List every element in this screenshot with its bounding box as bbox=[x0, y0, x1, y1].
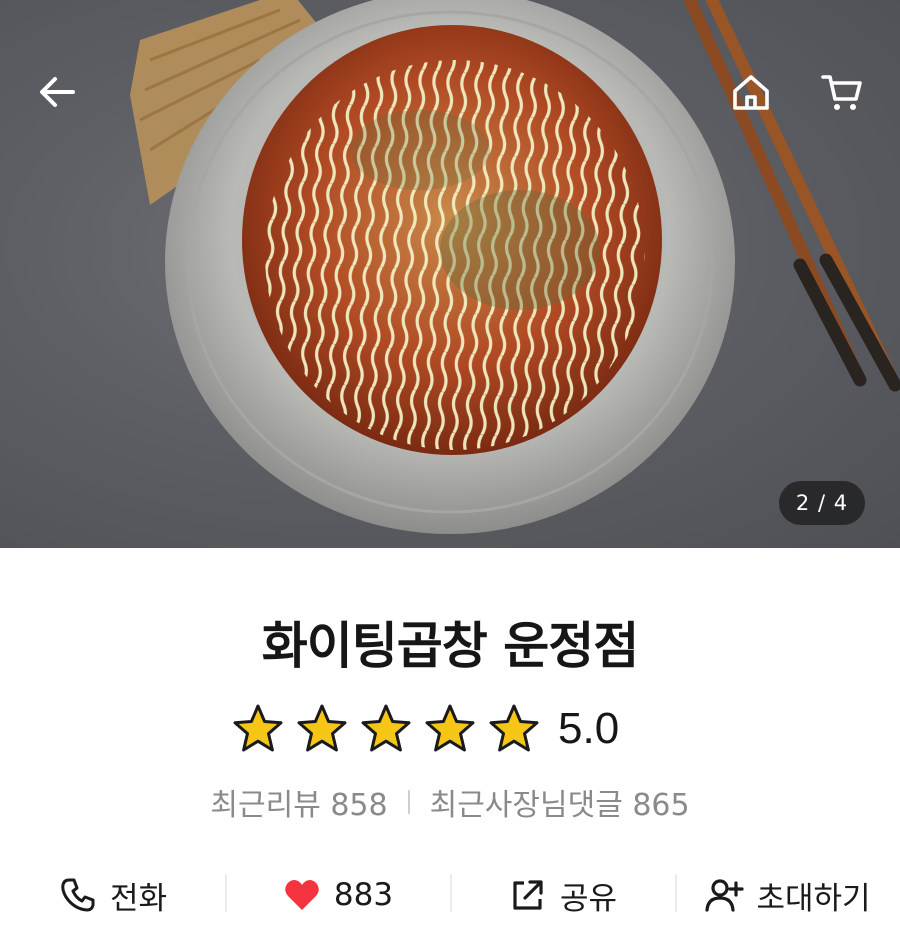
heart-icon bbox=[282, 875, 322, 915]
share-label: 공유 bbox=[559, 880, 618, 917]
invite-label: 초대하기 bbox=[756, 880, 871, 917]
rating-row: 5.0 bbox=[232, 698, 619, 760]
recent-reviews-link[interactable]: 최근리뷰 858 bbox=[210, 780, 387, 824]
store-name: 화이팅곱창 운정점 bbox=[261, 617, 639, 675]
call-label: 전화 bbox=[109, 880, 168, 917]
review-stats: 최근리뷰 858 최근사장님댓글 865 bbox=[0, 780, 900, 824]
like-button[interactable]: 883 bbox=[225, 862, 450, 928]
back-button[interactable] bbox=[25, 60, 89, 124]
phone-icon bbox=[58, 875, 98, 915]
action-bar: 전화 883 공유 초대하기 bbox=[0, 862, 900, 928]
call-button[interactable]: 전화 bbox=[0, 862, 225, 928]
arrow-left-icon bbox=[40, 77, 75, 107]
rating-value: 5.0 bbox=[558, 704, 620, 753]
star-icon bbox=[232, 703, 284, 755]
invite-button[interactable]: 초대하기 bbox=[675, 862, 900, 928]
home-icon bbox=[733, 75, 769, 110]
cart-icon bbox=[821, 75, 862, 110]
hero-image[interactable]: 2 / 4 bbox=[0, 0, 900, 548]
star-icon bbox=[360, 703, 412, 755]
star-icon bbox=[488, 703, 540, 755]
invite-user-icon bbox=[704, 875, 745, 915]
share-button[interactable]: 공유 bbox=[450, 862, 675, 928]
home-button[interactable] bbox=[719, 60, 783, 124]
like-count: 883 bbox=[333, 877, 394, 913]
cart-button[interactable] bbox=[810, 60, 874, 124]
star-icon bbox=[424, 703, 476, 755]
image-counter-badge: 2 / 4 bbox=[779, 481, 865, 525]
share-icon bbox=[508, 875, 548, 915]
owner-replies-link[interactable]: 최근사장님댓글 865 bbox=[430, 780, 690, 824]
divider bbox=[407, 790, 410, 814]
star-icon bbox=[296, 703, 348, 755]
